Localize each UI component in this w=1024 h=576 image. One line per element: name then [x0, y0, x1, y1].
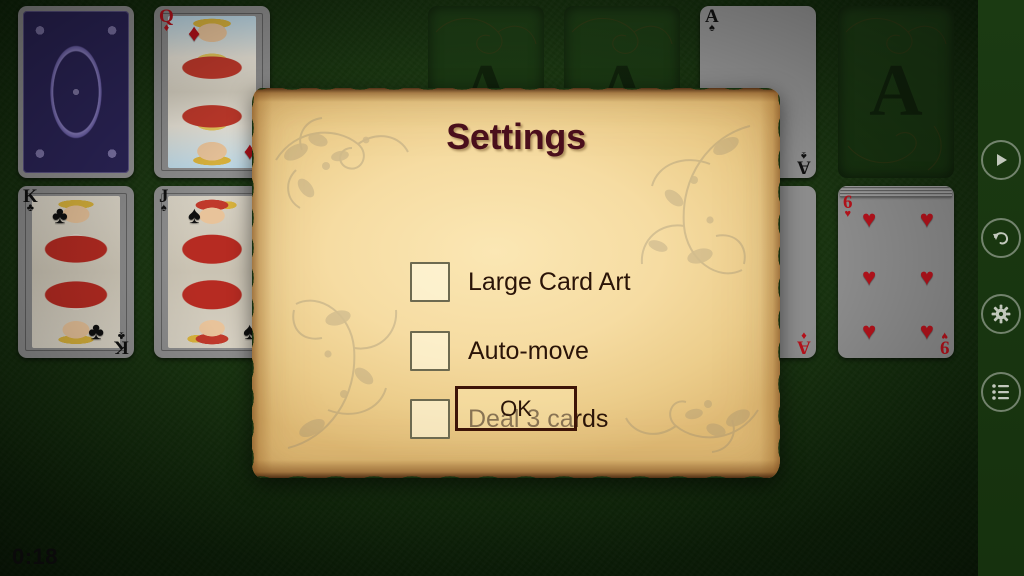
option-row-large-card-art[interactable]: Large Card Art	[410, 262, 631, 302]
card-stack-edges	[840, 186, 952, 197]
card-pip: ♠	[188, 202, 201, 229]
card-pip: ♥	[862, 264, 877, 291]
undo-icon	[993, 232, 1009, 245]
checkbox-auto-move[interactable]	[410, 331, 450, 371]
card-corner-top: 6 ♥	[843, 192, 853, 221]
settings-dialog: Settings Large Card Art Auto-move Deal 3…	[252, 88, 780, 478]
card-pip: ♣	[88, 318, 104, 345]
card-pip: ♣	[52, 202, 68, 229]
card-corner-bottom: 9 ♥	[939, 329, 950, 358]
checkbox-large-card-art[interactable]	[410, 262, 450, 302]
card-pip: ♥	[919, 264, 934, 291]
option-row-auto-move[interactable]: Auto-move	[410, 331, 589, 371]
card-pip: ♥	[862, 206, 877, 233]
dialog-content: Settings Large Card Art Auto-move Deal 3…	[252, 88, 780, 478]
game-timer: 0:18	[12, 544, 59, 569]
card-corner-top: J ♠	[159, 186, 169, 215]
play-icon	[997, 154, 1007, 166]
card-pip: ♥	[919, 318, 934, 345]
card-pip: ♥	[919, 206, 934, 233]
card-corner-top: A ♠	[705, 6, 719, 35]
play-button[interactable]	[981, 140, 1021, 180]
card-corner-top: K ♣	[23, 186, 38, 215]
foundation-slot-3[interactable]: A	[838, 6, 954, 178]
card-corner-bottom: A ♠	[797, 149, 811, 178]
list-icon	[992, 384, 1009, 400]
option-label-auto-move: Auto-move	[468, 336, 589, 365]
card-pip: ♦	[188, 20, 201, 47]
slot-letter: A	[869, 49, 923, 132]
undo-button[interactable]	[981, 218, 1021, 258]
checkbox-deal-3-cards[interactable]	[410, 399, 450, 439]
court-artwork	[32, 196, 120, 348]
gear-icon	[991, 304, 1011, 324]
dialog-title: Settings	[446, 116, 586, 157]
settings-button[interactable]	[981, 294, 1021, 334]
card-corner-top: Q ♦	[159, 6, 174, 35]
card-back-art	[23, 11, 129, 173]
card-king-clubs[interactable]: K ♣ K ♣ ♣ ♣	[18, 186, 134, 358]
card-back-flourish	[23, 11, 129, 173]
menu-button[interactable]	[981, 372, 1021, 412]
card-corner-bottom: A ♦	[797, 329, 811, 358]
sidebar-toolbar	[978, 0, 1024, 576]
ok-button[interactable]: OK	[455, 386, 577, 431]
card-corner-bottom: K ♣	[114, 329, 129, 358]
card-six-hearts[interactable]: 6 ♥ 9 ♥ ♥ ♥ ♥ ♥ ♥ ♥	[838, 186, 954, 358]
card-pip: ♥	[862, 318, 877, 345]
card-stock-back[interactable]	[18, 6, 134, 178]
option-label-large-card-art: Large Card Art	[468, 267, 631, 296]
game-screen: Q ♦ ♦ ♦ K ♣ K ♣ ♣ ♣ J ♠ ♠ ♠ A A ♠ A ♠ A …	[0, 0, 1024, 576]
